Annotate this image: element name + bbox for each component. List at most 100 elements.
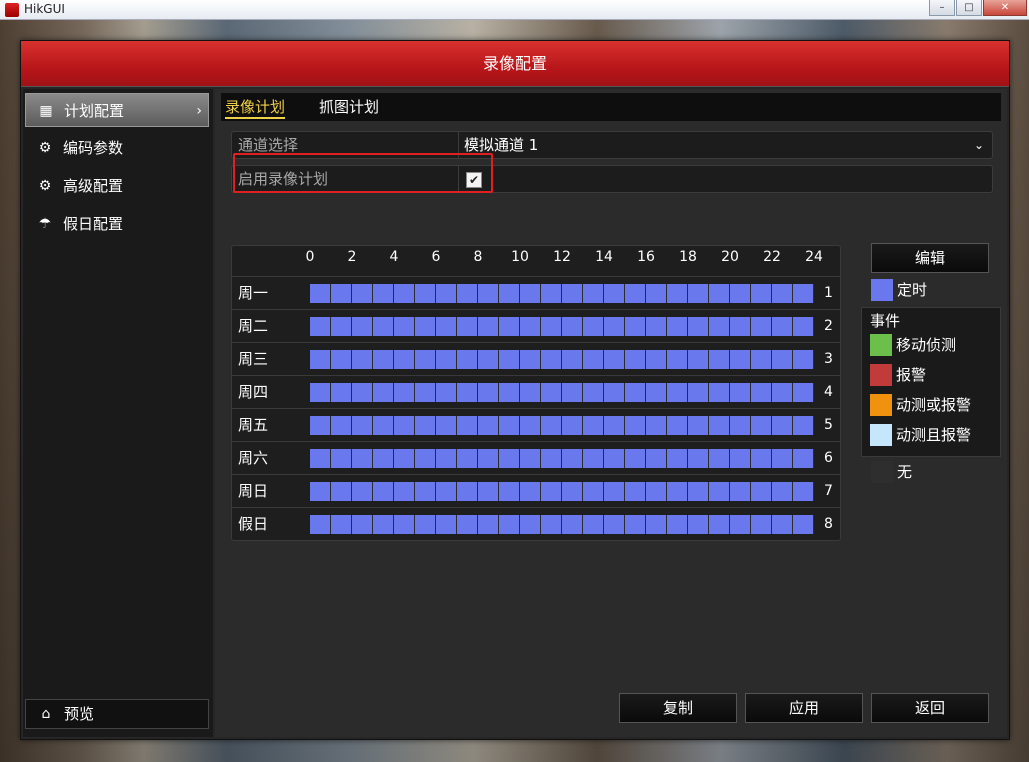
legend-motion-or-alarm-swatch [870, 394, 892, 416]
chevron-down-icon[interactable]: ⌄ [974, 132, 984, 158]
schedule-bar[interactable] [310, 515, 814, 534]
hour-label: 22 [763, 249, 781, 265]
day-label: 周六 [238, 449, 269, 467]
day-number: 5 [824, 417, 833, 433]
legend-alarm-label: 报警 [896, 366, 927, 384]
day-number: 3 [824, 351, 833, 367]
gears-icon: ⚙ [38, 178, 52, 194]
hour-label: 6 [431, 249, 441, 265]
hour-label: 4 [389, 249, 399, 265]
enable-schedule-checkbox[interactable]: ✔ [466, 172, 482, 188]
day-label: 周一 [238, 284, 269, 302]
day-label: 周四 [238, 383, 269, 401]
day-number: 2 [824, 318, 833, 334]
hour-label: 24 [805, 249, 823, 265]
legend-motion-and-alarm-swatch [870, 424, 892, 446]
schedule-bar[interactable] [310, 482, 814, 501]
hour-label: 14 [595, 249, 613, 265]
schedule-day-row[interactable]: 周六 6 [232, 441, 840, 474]
back-button[interactable]: 返回 [871, 693, 989, 723]
legend-motion-label: 移动侦测 [896, 336, 957, 354]
hour-label: 10 [511, 249, 529, 265]
schedule-day-row[interactable]: 周二 2 [232, 309, 840, 342]
recording-config-dialog: 录像配置 ▦ 计划配置 › ⚙ 编码参数 ⚙ 高级配置 ☂ 假日配置 ⌂ 预览 … [20, 40, 1010, 740]
sidebar: ▦ 计划配置 › ⚙ 编码参数 ⚙ 高级配置 ☂ 假日配置 ⌂ 预览 [23, 89, 213, 737]
hour-label: 18 [679, 249, 697, 265]
window-controls: – □ ✕ [928, 0, 1027, 16]
tab-capture-schedule[interactable]: 抓图计划 [319, 95, 379, 119]
schedule-bar[interactable] [310, 284, 814, 303]
app-icon [5, 3, 19, 17]
day-label: 周日 [238, 482, 269, 500]
apply-button[interactable]: 应用 [745, 693, 863, 723]
hour-label: 8 [473, 249, 483, 265]
legend-timed-label: 定时 [897, 281, 928, 299]
umbrella-icon: ☂ [38, 216, 52, 232]
schedule-day-row[interactable]: 周四 4 [232, 375, 840, 408]
channel-select-label: 通道选择 [238, 136, 299, 154]
schedule-bar[interactable] [310, 383, 814, 402]
schedule-day-row[interactable]: 周一 1 [232, 276, 840, 309]
day-label: 假日 [238, 515, 269, 533]
enable-schedule-row: 启用录像计划 ✔ [231, 165, 993, 193]
sidebar-item-label: 假日配置 [63, 215, 124, 233]
dialog-header: 录像配置 [21, 41, 1009, 87]
schedule-grid: 0 2 4 6 8 10 12 14 16 18 20 22 24 周一 1 周二 2 周三 3 周四 4 周五 5 周六 6… [231, 245, 841, 541]
schedule-day-row[interactable]: 周五 5 [232, 408, 840, 441]
calendar-icon: ▦ [39, 103, 53, 119]
day-label: 周二 [238, 317, 269, 335]
sidebar-item-holiday[interactable]: ☂ 假日配置 [25, 207, 209, 241]
tab-bar: 录像计划 抓图计划 [221, 93, 1001, 121]
channel-select-row: 通道选择 模拟通道 1 ⌄ [231, 131, 993, 159]
home-icon: ⌂ [41, 706, 51, 722]
legend-none-swatch [871, 461, 893, 483]
schedule-bar[interactable] [310, 317, 814, 336]
copy-button[interactable]: 复制 [619, 693, 737, 723]
day-label: 周五 [238, 416, 269, 434]
legend-event-box: 事件 移动侦测 报警 动测或报警 动测且报警 [861, 307, 1001, 457]
hour-label: 0 [305, 249, 315, 265]
day-label: 周三 [238, 350, 269, 368]
hour-label: 20 [721, 249, 739, 265]
gear-icon: ⚙ [38, 140, 52, 156]
legend-motion-and-alarm-label: 动测且报警 [896, 426, 972, 444]
channel-select-value[interactable]: 模拟通道 1 [464, 132, 538, 158]
edit-button[interactable]: 编辑 [871, 243, 989, 273]
sidebar-item-advanced[interactable]: ⚙ 高级配置 [25, 169, 209, 203]
schedule-day-row[interactable]: 周三 3 [232, 342, 840, 375]
chevron-right-icon: › [196, 103, 202, 119]
tab-record-schedule[interactable]: 录像计划 [225, 95, 286, 119]
content-panel: 录像计划 抓图计划 通道选择 模拟通道 1 ⌄ 启用录像计划 ✔ 0 2 4 6 8 10… [215, 89, 1007, 737]
close-icon[interactable]: ✕ [983, 0, 1027, 16]
legend-motion-swatch [870, 334, 892, 356]
day-number: 1 [824, 285, 833, 301]
legend-alarm-swatch [870, 364, 892, 386]
legend-motion-or-alarm-label: 动测或报警 [896, 396, 972, 414]
schedule-bar[interactable] [310, 449, 814, 468]
preview-button[interactable]: ⌂ 预览 [25, 699, 209, 729]
preview-label: 预览 [64, 705, 95, 723]
hour-label: 12 [553, 249, 571, 265]
enable-schedule-label: 启用录像计划 [238, 170, 329, 188]
schedule-day-row[interactable]: 假日 8 [232, 507, 840, 540]
day-number: 6 [824, 450, 833, 466]
sidebar-item-label: 高级配置 [63, 177, 124, 195]
day-number: 7 [824, 483, 833, 499]
legend-timed-swatch [871, 279, 893, 301]
os-title-bar: HikGUI – □ ✕ [0, 0, 1029, 20]
sidebar-item-encoding[interactable]: ⚙ 编码参数 [25, 131, 209, 165]
sidebar-item-label: 编码参数 [63, 139, 124, 157]
schedule-bar[interactable] [310, 350, 814, 369]
sidebar-item-schedule[interactable]: ▦ 计划配置 › [25, 93, 209, 127]
schedule-day-row[interactable]: 周日 7 [232, 474, 840, 507]
schedule-bar[interactable] [310, 416, 814, 435]
day-number: 4 [824, 384, 833, 400]
maximize-icon[interactable]: □ [956, 0, 982, 16]
field-divider [458, 166, 459, 192]
window-title: HikGUI [24, 2, 65, 16]
sidebar-item-label: 计划配置 [64, 102, 125, 120]
legend-event-title: 事件 [870, 312, 901, 330]
dialog-title: 录像配置 [482, 54, 547, 73]
day-number: 8 [824, 516, 833, 532]
minimize-icon[interactable]: – [929, 0, 955, 16]
